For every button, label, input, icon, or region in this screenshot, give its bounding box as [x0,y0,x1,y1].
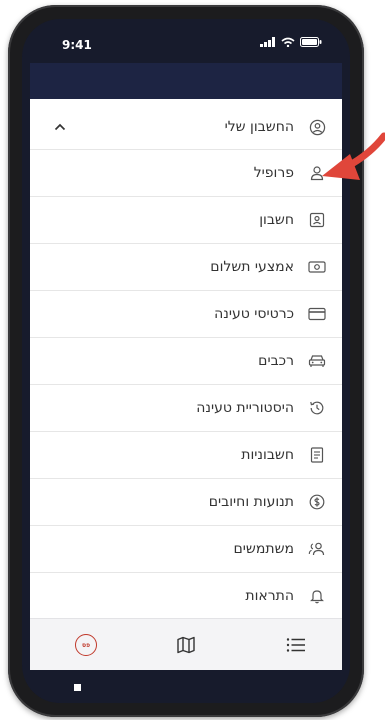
home-indicator [74,684,81,691]
battery-icon [300,37,322,47]
menu-item-label: אמצעי תשלום [210,259,294,275]
cash-icon [308,258,326,276]
phone-frame: 9:41 החשבון שלי פרופיל חשבון אמצעי תשלום… [8,5,364,717]
menu-item-label: התראות [245,588,294,604]
list-menu-icon [286,638,305,652]
menu-item-charging-cards[interactable]: כרטיסי טעינה [30,291,342,338]
side-menu: החשבון שלי פרופיל חשבון אמצעי תשלום כרטי… [30,99,342,657]
credit-card-icon [308,305,326,323]
invoice-icon [308,446,326,464]
menu-item-users[interactable]: משתמשים [30,526,342,573]
dollar-circle-icon [308,493,326,511]
menu-item-notifications[interactable]: התראות [30,573,342,620]
menu-item-payment-methods[interactable]: אמצעי תשלום [30,244,342,291]
map-icon [177,636,195,654]
status-time: 9:41 [62,38,92,52]
bottom-nav: פס [30,618,342,671]
menu-item-label: היסטוריית טעינה [196,400,294,416]
menu-item-label: כרטיסי טעינה [214,306,294,322]
brand-logo-icon: פס [75,634,97,656]
wifi-icon [281,37,295,47]
status-bar: 9:41 [22,19,350,59]
screen: 9:41 החשבון שלי פרופיל חשבון אמצעי תשלום… [22,19,350,703]
menu-item-label: משתמשים [233,541,294,557]
account-card-icon [308,211,326,229]
menu-item-label: חשבוניות [241,447,294,463]
menu-item-label: רכבים [258,353,294,369]
menu-item-label: תנועות וחיובים [208,494,294,510]
menu-item-label: פרופיל [253,165,294,181]
nav-logo-button[interactable]: פס [72,631,100,659]
menu-item-label: חשבון [259,212,294,228]
chevron-up-icon[interactable] [52,119,68,135]
status-icons [260,37,322,47]
nav-map-button[interactable] [172,631,200,659]
app-header [30,63,342,99]
signal-icon [260,37,275,47]
menu-item-invoices[interactable]: חשבוניות [30,432,342,479]
account-section-header[interactable]: החשבון שלי [30,105,342,150]
account-section-title: החשבון שלי [224,119,294,135]
menu-item-account[interactable]: חשבון [30,197,342,244]
menu-item-charging-history[interactable]: היסטוריית טעינה [30,385,342,432]
bell-icon [308,587,326,605]
users-icon [308,540,326,558]
history-icon [308,399,326,417]
menu-item-transactions[interactable]: תנועות וחיובים [30,479,342,526]
red-arrow-annotation [322,132,385,180]
menu-item-vehicles[interactable]: רכבים [30,338,342,385]
nav-menu-button[interactable] [282,631,310,659]
menu-item-profile[interactable]: פרופיל [30,150,342,197]
car-icon [308,352,326,370]
